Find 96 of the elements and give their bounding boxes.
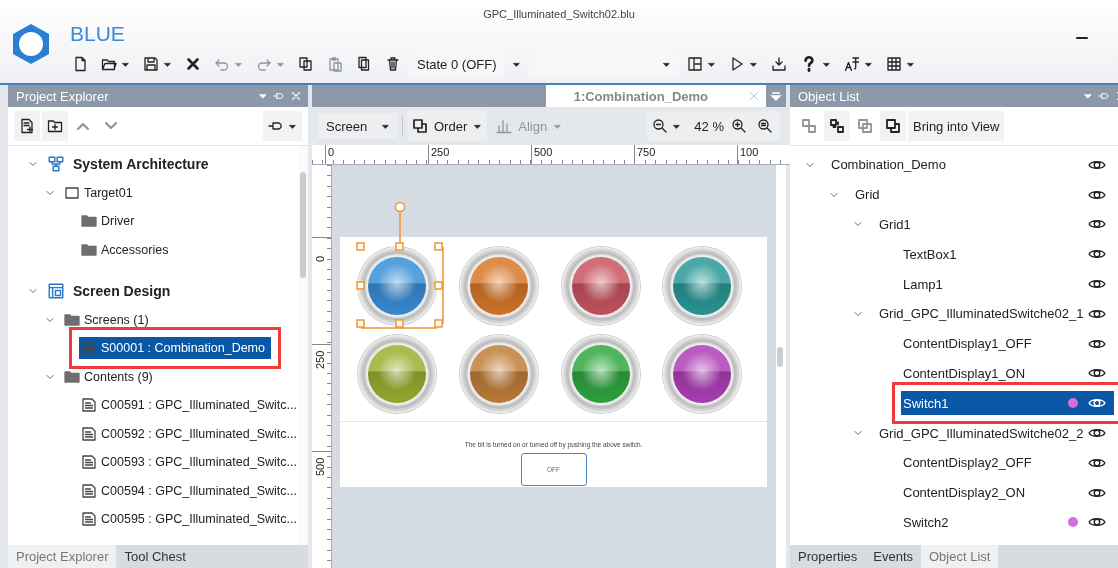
document-icon bbox=[81, 340, 97, 357]
document-icon bbox=[81, 397, 97, 414]
ruler-label: 0 bbox=[314, 255, 326, 262]
add-folder-icon bbox=[47, 118, 63, 134]
tree-item[interactable]: ContentDisplay2_OFF bbox=[901, 450, 1114, 475]
duplicate-icon bbox=[356, 56, 372, 72]
add-folder-button[interactable] bbox=[42, 111, 68, 141]
document-icon bbox=[81, 454, 97, 471]
bar-chart-icon bbox=[496, 118, 513, 134]
paste-icon bbox=[327, 56, 343, 72]
group-icon bbox=[801, 118, 817, 134]
close-icon[interactable] bbox=[290, 90, 302, 102]
selection-handles[interactable] bbox=[355, 201, 445, 331]
network-icon bbox=[47, 155, 65, 174]
panel-tab[interactable]: Object List bbox=[921, 545, 999, 568]
document-icon bbox=[81, 511, 97, 528]
zoom-fit-icon bbox=[757, 118, 773, 134]
document-icon bbox=[81, 425, 97, 442]
square-icon bbox=[64, 184, 80, 201]
bring-into-view-button[interactable]: Bring into View bbox=[908, 111, 1005, 141]
app-name: BLUE bbox=[70, 22, 125, 46]
panel-tab[interactable]: Events bbox=[865, 545, 921, 568]
tree-item[interactable]: S00001 : Combination_Demo bbox=[79, 337, 271, 360]
split-layout-icon bbox=[687, 56, 704, 72]
tree-item[interactable]: Screen Design bbox=[45, 279, 177, 304]
tree-item[interactable]: ContentDisplay2_ON bbox=[901, 480, 1114, 505]
tree-item[interactable]: Driver bbox=[79, 210, 141, 233]
tree-item[interactable]: Screens (1) bbox=[62, 308, 155, 331]
add-page-icon bbox=[19, 118, 35, 134]
document-icon bbox=[81, 482, 97, 499]
tree-item[interactable]: Contents (9) bbox=[62, 365, 159, 388]
document-tab[interactable]: 1:Combination_Demo bbox=[545, 85, 766, 107]
tree-item[interactable]: TextBox1 bbox=[901, 242, 1114, 267]
order-icon bbox=[412, 118, 428, 134]
caret-icon[interactable] bbox=[1082, 91, 1093, 101]
ruler-label: 0 bbox=[325, 145, 428, 164]
open-folder-icon bbox=[101, 56, 117, 72]
zoom-out-icon bbox=[652, 118, 669, 134]
ruler-label: 250 bbox=[314, 350, 326, 369]
tree-item[interactable]: Grid_GPC_IlluminatedSwitche02_1 bbox=[877, 301, 1114, 326]
ruler-label: 500 bbox=[314, 457, 326, 476]
tab-list-icon bbox=[770, 90, 782, 102]
download-icon bbox=[771, 56, 788, 72]
zoom-in-icon bbox=[731, 118, 747, 134]
bring-forward-icon bbox=[885, 118, 901, 134]
order-button[interactable]: Order bbox=[407, 111, 488, 141]
panel-title: Project Explorer bbox=[16, 88, 109, 104]
tree-item[interactable]: Grid bbox=[853, 182, 1114, 207]
tree-item[interactable]: Target01 bbox=[62, 181, 139, 204]
save-icon bbox=[143, 56, 159, 72]
add-page-button[interactable] bbox=[14, 111, 40, 141]
caret-icon[interactable] bbox=[258, 91, 268, 101]
tree-item[interactable]: C00594 : GPC_Illuminated_Switc... bbox=[79, 479, 299, 502]
tree-item[interactable]: System Architecture bbox=[45, 152, 215, 177]
tree-item[interactable]: C00591 : GPC_Illuminated_Switc... bbox=[79, 394, 299, 417]
tree-item[interactable]: Switch2 bbox=[901, 510, 1114, 535]
tree-item[interactable]: Accessories bbox=[79, 238, 175, 261]
illuminated-switch[interactable] bbox=[358, 247, 436, 325]
tree-item[interactable]: ContentDisplay1_OFF bbox=[901, 331, 1114, 356]
send-backward-icon bbox=[857, 118, 873, 134]
screen-dropdown[interactable]: Screen bbox=[318, 113, 398, 139]
tree-item[interactable]: C00595 : GPC_Illuminated_Switc... bbox=[79, 508, 299, 531]
folder-icon bbox=[64, 311, 80, 328]
tree-item[interactable]: ContentDisplay1_ON bbox=[901, 361, 1114, 386]
bring-forward-button[interactable] bbox=[880, 111, 906, 141]
delete-icon bbox=[385, 56, 401, 72]
tree-item[interactable]: Lamp1 bbox=[901, 272, 1114, 297]
tree-item[interactable]: C00592 : GPC_Illuminated_Switc... bbox=[79, 422, 299, 445]
folder-icon bbox=[81, 213, 97, 230]
pin-button[interactable] bbox=[263, 111, 302, 141]
ruler-label: 750 bbox=[634, 145, 737, 164]
grid-icon bbox=[886, 56, 903, 72]
tree-item[interactable]: Switch1 bbox=[901, 391, 1114, 416]
folder-icon bbox=[64, 368, 80, 385]
ruler-label: 500 bbox=[531, 145, 634, 164]
panel-tab[interactable]: Tool Chest bbox=[116, 545, 194, 568]
window-title: GPC_Illuminated_Switch02.blu bbox=[483, 8, 635, 20]
scrollbar-thumb[interactable] bbox=[300, 172, 306, 278]
tree-item[interactable]: Grid1 bbox=[877, 212, 1114, 237]
panel-title: Object List bbox=[798, 88, 860, 104]
panel-tab[interactable]: Project Explorer bbox=[8, 545, 117, 568]
folder-icon bbox=[81, 241, 97, 258]
ruler-label: 250 bbox=[428, 145, 531, 164]
copy-icon bbox=[298, 56, 314, 72]
tree-item[interactable]: C00593 : GPC_Illuminated_Switc... bbox=[79, 451, 299, 474]
ungroup-icon bbox=[829, 118, 845, 134]
new-file-icon bbox=[72, 56, 88, 72]
ungroup-button[interactable] bbox=[824, 111, 850, 141]
hexagon-logo-icon bbox=[11, 22, 51, 66]
layout-icon bbox=[47, 282, 65, 301]
scrollbar-thumb[interactable] bbox=[777, 347, 783, 367]
zoom-level: 42 % bbox=[693, 118, 725, 134]
translate-icon bbox=[844, 56, 861, 72]
close-icon bbox=[185, 56, 201, 72]
panel-tab[interactable]: Properties bbox=[790, 545, 866, 568]
tree-item[interactable]: Grid_GPC_IlluminatedSwitche02_2 bbox=[877, 421, 1114, 446]
